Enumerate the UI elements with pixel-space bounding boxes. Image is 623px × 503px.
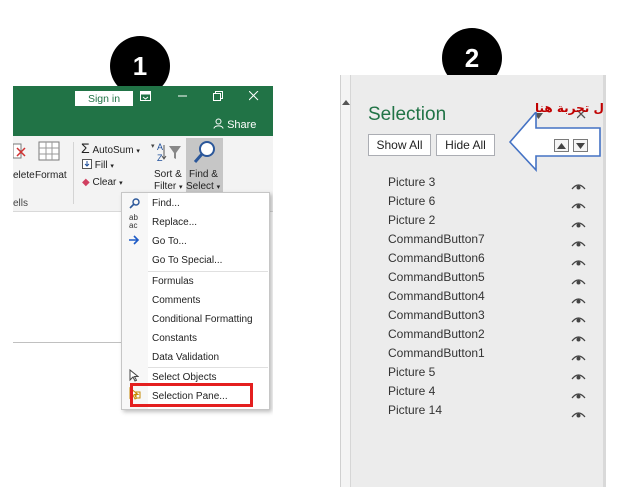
autosum-button[interactable]: Σ AutoSum ▾: [81, 140, 140, 156]
sort-filter-icon: AZ: [157, 141, 183, 168]
arrow-right-icon: [129, 235, 140, 248]
clear-button[interactable]: ◆ Clear ▾: [82, 177, 123, 188]
menu-item-go-to-special[interactable]: Go To Special...: [152, 255, 222, 266]
selection-pane-highlight: [130, 383, 253, 407]
fill-down-icon: [82, 159, 95, 171]
ribbon-display-icon[interactable]: [140, 90, 151, 104]
title-bar: Sign in Share: [13, 86, 273, 136]
format-button-label[interactable]: Format: [35, 170, 67, 181]
triangle-up-icon: [557, 142, 566, 149]
menu-item-formulas[interactable]: Formulas: [152, 276, 194, 287]
svg-text:Z: Z: [157, 153, 163, 163]
chevron-down-icon: ▾: [216, 184, 221, 191]
share-label: Share: [227, 119, 257, 131]
scrollbar[interactable]: [341, 75, 351, 487]
visibility-eye-icon[interactable]: [571, 216, 586, 234]
menu-item-replace[interactable]: Replace...: [152, 217, 197, 228]
chevron-down-icon: ▾: [151, 143, 155, 150]
list-item[interactable]: CommandButton6: [388, 251, 485, 265]
visibility-eye-icon[interactable]: [571, 197, 586, 215]
list-item[interactable]: CommandButton4: [388, 289, 485, 303]
close-icon[interactable]: [248, 90, 259, 104]
show-all-button[interactable]: Show All: [368, 134, 431, 156]
sort-filter-button[interactable]: Filter ▾: [154, 181, 183, 192]
chevron-down-icon: ▾: [119, 180, 123, 187]
fill-button[interactable]: Fill ▾: [82, 159, 114, 171]
delete-button-label[interactable]: elete: [13, 170, 35, 181]
list-item[interactable]: Picture 4: [388, 384, 435, 398]
autosum-label: AutoSum: [92, 145, 134, 156]
svg-text:A: A: [157, 142, 163, 152]
person-icon: [213, 118, 227, 131]
menu-item-conditional-formatting[interactable]: Conditional Formatting: [152, 314, 253, 325]
visibility-eye-icon[interactable]: [571, 330, 586, 348]
divider: [13, 342, 128, 343]
visibility-eye-icon[interactable]: [571, 368, 586, 386]
list-item[interactable]: Picture 5: [388, 365, 435, 379]
list-item[interactable]: Picture 6: [388, 194, 435, 208]
sigma-icon: Σ: [81, 140, 90, 156]
menu-separator: [148, 367, 268, 368]
menu-item-constants[interactable]: Constants: [152, 333, 197, 344]
pane-title: Selection: [368, 104, 447, 125]
group-separator: [73, 142, 74, 204]
find-select-label-1: Find &: [189, 169, 218, 180]
find-select-menu: Find... ab ac Replace... Go To... Go To S…: [121, 192, 270, 410]
find-select-label: Select ▾: [186, 181, 220, 192]
menu-item-comments[interactable]: Comments: [152, 295, 200, 306]
triangle-down-icon: [576, 142, 585, 149]
visibility-eye-icon[interactable]: [571, 292, 586, 310]
find-select-label-2: Select: [186, 181, 214, 192]
sign-in-button[interactable]: Sign in: [75, 91, 133, 106]
list-item[interactable]: CommandButton2: [388, 327, 485, 341]
visibility-eye-icon[interactable]: [571, 235, 586, 253]
excel-window: Sign in Share elete Format ells Σ AutoSu…: [13, 86, 273, 431]
list-item[interactable]: CommandButton7: [388, 232, 485, 246]
fill-label: Fill: [94, 160, 108, 171]
move-up-button[interactable]: [554, 139, 569, 152]
format-icon: [38, 141, 60, 168]
visibility-eye-icon[interactable]: [571, 387, 586, 405]
delete-icon: [13, 142, 27, 169]
list-item[interactable]: Picture 3: [388, 175, 435, 189]
magnifier-icon: [193, 140, 217, 171]
chevron-down-icon: ▾: [110, 163, 114, 170]
sort-filter-label-1[interactable]: Sort &: [154, 169, 182, 180]
replace-icon: ab ac: [129, 213, 138, 230]
chevron-down-icon: ▾: [136, 148, 140, 155]
visibility-eye-icon[interactable]: [571, 273, 586, 291]
menu-item-go-to[interactable]: Go To...: [152, 236, 187, 247]
list-item[interactable]: CommandButton1: [388, 346, 485, 360]
visibility-eye-icon[interactable]: [571, 349, 586, 367]
hide-all-button[interactable]: Hide All: [436, 134, 495, 156]
chevron-down-icon: ▾: [179, 184, 183, 191]
list-item[interactable]: CommandButton3: [388, 308, 485, 322]
magnifier-icon: [129, 198, 140, 212]
share-button[interactable]: Share: [213, 118, 256, 131]
minimize-icon[interactable]: [178, 90, 188, 104]
visibility-eye-icon[interactable]: [571, 254, 586, 272]
pane-edge: [603, 75, 606, 487]
list-item[interactable]: Picture 2: [388, 213, 435, 227]
menu-item-find[interactable]: Find...: [152, 198, 180, 209]
visibility-eye-icon[interactable]: [571, 178, 586, 196]
sort-filter-label-2: Filter: [154, 181, 177, 192]
menu-item-select-objects[interactable]: Select Objects: [152, 372, 216, 383]
scroll-up-icon[interactable]: [342, 92, 350, 110]
list-item[interactable]: CommandButton5: [388, 270, 485, 284]
selection-pane: Selection ل تجربة هنا Show All Hide All …: [340, 75, 604, 487]
move-down-button[interactable]: [573, 139, 588, 152]
menu-separator: [148, 271, 268, 272]
cells-group-label: ells: [13, 198, 29, 209]
restore-icon[interactable]: [213, 90, 223, 104]
eraser-icon: ◆: [82, 177, 90, 188]
list-item[interactable]: Picture 14: [388, 403, 442, 417]
visibility-eye-icon[interactable]: [571, 311, 586, 329]
visibility-eye-icon[interactable]: [571, 406, 586, 424]
clear-label: Clear: [92, 177, 117, 188]
menu-item-data-validation[interactable]: Data Validation: [152, 352, 219, 363]
